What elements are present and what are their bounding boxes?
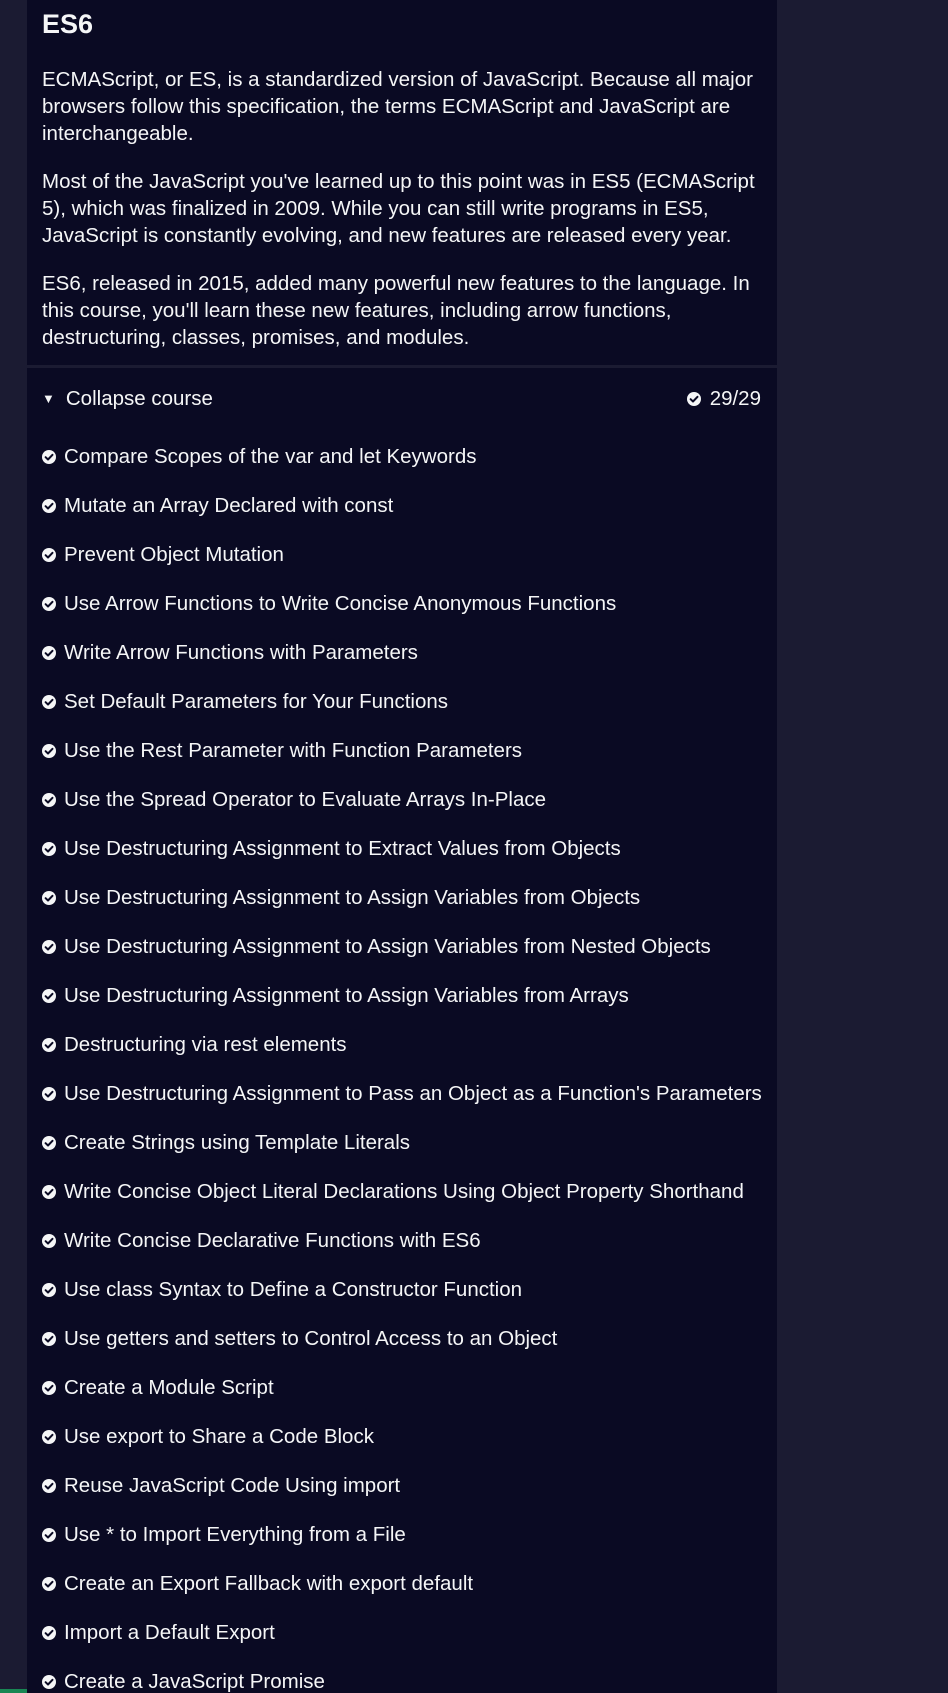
- lesson-link[interactable]: Mutate an Array Declared with const: [27, 481, 777, 530]
- course-progress: 29/29: [686, 387, 761, 411]
- block-title: ES6: [42, 9, 94, 39]
- lesson-title: Compare Scopes of the var and let Keywor…: [64, 444, 477, 468]
- lesson-link[interactable]: Use the Rest Parameter with Function Par…: [27, 726, 777, 775]
- check-circle-icon: [42, 694, 56, 709]
- check-circle-icon: [42, 1380, 56, 1395]
- progress-count: 29/29: [709, 387, 761, 410]
- lesson-link[interactable]: Import a Default Export: [27, 1608, 777, 1657]
- check-circle-icon: [42, 1331, 56, 1346]
- lesson-title: Use * to Import Everything from a File: [64, 1522, 406, 1546]
- lesson-link[interactable]: Reuse JavaScript Code Using import: [27, 1461, 777, 1510]
- lesson-link[interactable]: Use Arrow Functions to Write Concise Ano…: [27, 579, 777, 628]
- lesson-title: Create a Module Script: [64, 1375, 274, 1399]
- lesson-title: Destructuring via rest elements: [64, 1032, 347, 1056]
- check-circle-icon: [42, 1135, 56, 1150]
- lesson-link[interactable]: Use the Spread Operator to Evaluate Arra…: [27, 775, 777, 824]
- check-circle-icon: [42, 596, 56, 611]
- check-circle-icon: [42, 1037, 56, 1052]
- check-circle-icon: [686, 392, 701, 406]
- check-circle-icon: [42, 890, 56, 905]
- lesson-title: Create an Export Fallback with export de…: [64, 1571, 474, 1595]
- check-circle-icon: [42, 547, 56, 562]
- lesson-link[interactable]: Create an Export Fallback with export de…: [27, 1559, 777, 1608]
- check-circle-icon: [42, 498, 56, 513]
- lesson-title: Use Arrow Functions to Write Concise Ano…: [64, 591, 617, 615]
- lesson-title: Use class Syntax to Define a Constructor…: [64, 1277, 523, 1301]
- lesson-title: Use Destructuring Assignment to Assign V…: [64, 983, 629, 1007]
- check-circle-icon: [42, 1282, 56, 1297]
- lesson-title: Use the Spread Operator to Evaluate Arra…: [64, 787, 547, 811]
- lesson-link[interactable]: Use * to Import Everything from a File: [27, 1510, 777, 1559]
- lesson-title: Prevent Object Mutation: [64, 542, 284, 566]
- check-circle-icon: [42, 1184, 56, 1199]
- lesson-link[interactable]: Prevent Object Mutation: [27, 530, 777, 579]
- check-circle-icon: [42, 1478, 56, 1493]
- check-circle-icon: [42, 841, 56, 856]
- lesson-link[interactable]: Use class Syntax to Define a Constructor…: [27, 1265, 777, 1314]
- lesson-title: Write Concise Declarative Functions with…: [64, 1228, 481, 1252]
- check-circle-icon: [42, 1527, 56, 1542]
- check-circle-icon: [42, 1086, 56, 1101]
- triangle-down-icon: ▼: [42, 390, 55, 406]
- lesson-title: Use Destructuring Assignment to Extract …: [64, 836, 621, 860]
- intro-paragraph: ECMAScript, or ES, is a standardized ver…: [42, 68, 753, 145]
- lesson-link[interactable]: Use Destructuring Assignment to Assign V…: [27, 971, 777, 1020]
- lesson-link[interactable]: Compare Scopes of the var and let Keywor…: [27, 432, 777, 481]
- lesson-link[interactable]: Use Destructuring Assignment to Pass an …: [27, 1069, 777, 1118]
- intro-paragraph: Most of the JavaScript you've learned up…: [42, 170, 755, 247]
- lesson-link[interactable]: Write Arrow Functions with Parameters: [27, 628, 777, 677]
- lesson-title: Use Destructuring Assignment to Pass an …: [64, 1081, 762, 1105]
- lesson-title: Set Default Parameters for Your Function…: [64, 689, 449, 713]
- check-circle-icon: [42, 1625, 56, 1640]
- lesson-title: Use Destructuring Assignment to Assign V…: [64, 885, 641, 909]
- course-panel: ES6 ECMAScript, or ES, is a standardized…: [27, 0, 777, 1693]
- intro-paragraph: ES6, released in 2015, added many powerf…: [42, 272, 750, 349]
- lesson-link[interactable]: Use Destructuring Assignment to Assign V…: [27, 873, 777, 922]
- lesson-title: Write Arrow Functions with Parameters: [64, 640, 418, 664]
- lesson-title: Create a JavaScript Promise: [64, 1669, 325, 1693]
- lesson-title: Mutate an Array Declared with const: [64, 493, 394, 517]
- lesson-link[interactable]: Use export to Share a Code Block: [27, 1412, 777, 1461]
- check-circle-icon: [42, 1576, 56, 1591]
- lesson-title: Use the Rest Parameter with Function Par…: [64, 738, 523, 762]
- progress-bar-sliver: [0, 1689, 27, 1693]
- lesson-list: Compare Scopes of the var and let Keywor…: [27, 432, 777, 1693]
- lesson-link[interactable]: Write Concise Declarative Functions with…: [27, 1216, 777, 1265]
- check-circle-icon: [42, 939, 56, 954]
- check-circle-icon: [42, 988, 56, 1003]
- check-circle-icon: [42, 1429, 56, 1444]
- lesson-link[interactable]: Use Destructuring Assignment to Extract …: [27, 824, 777, 873]
- lesson-link[interactable]: Create a Module Script: [27, 1363, 777, 1412]
- lesson-title: Create Strings using Template Literals: [64, 1130, 411, 1154]
- lesson-link[interactable]: Destructuring via rest elements: [27, 1020, 777, 1069]
- lesson-title: Use getters and setters to Control Acces…: [64, 1326, 558, 1350]
- lesson-title: Import a Default Export: [64, 1620, 275, 1644]
- block-intro: ES6 ECMAScript, or ES, is a standardized…: [27, 0, 777, 368]
- check-circle-icon: [42, 1674, 56, 1689]
- lesson-title: Use export to Share a Code Block: [64, 1424, 374, 1448]
- page: ES6 ECMAScript, or ES, is a standardized…: [0, 0, 948, 1693]
- lesson-link[interactable]: Set Default Parameters for Your Function…: [27, 677, 777, 726]
- collapse-course-button[interactable]: ▼ Collapse course 29/29: [27, 368, 777, 430]
- lesson-title: Use Destructuring Assignment to Assign V…: [64, 934, 711, 958]
- lesson-link[interactable]: Create Strings using Template Literals: [27, 1118, 777, 1167]
- check-circle-icon: [42, 645, 56, 660]
- lesson-link[interactable]: Use Destructuring Assignment to Assign V…: [27, 922, 777, 971]
- check-circle-icon: [42, 449, 56, 464]
- lesson-title: Write Concise Object Literal Declaration…: [64, 1179, 744, 1203]
- check-circle-icon: [42, 743, 56, 758]
- collapse-label: Collapse course: [65, 387, 213, 410]
- check-circle-icon: [42, 792, 56, 807]
- lesson-link[interactable]: Create a JavaScript Promise: [27, 1657, 777, 1693]
- lesson-link[interactable]: Use getters and setters to Control Acces…: [27, 1314, 777, 1363]
- lesson-link[interactable]: Write Concise Object Literal Declaration…: [27, 1167, 777, 1216]
- collapse-toggle[interactable]: ▼ Collapse course: [42, 387, 213, 411]
- check-circle-icon: [42, 1233, 56, 1248]
- lesson-title: Reuse JavaScript Code Using import: [64, 1473, 401, 1497]
